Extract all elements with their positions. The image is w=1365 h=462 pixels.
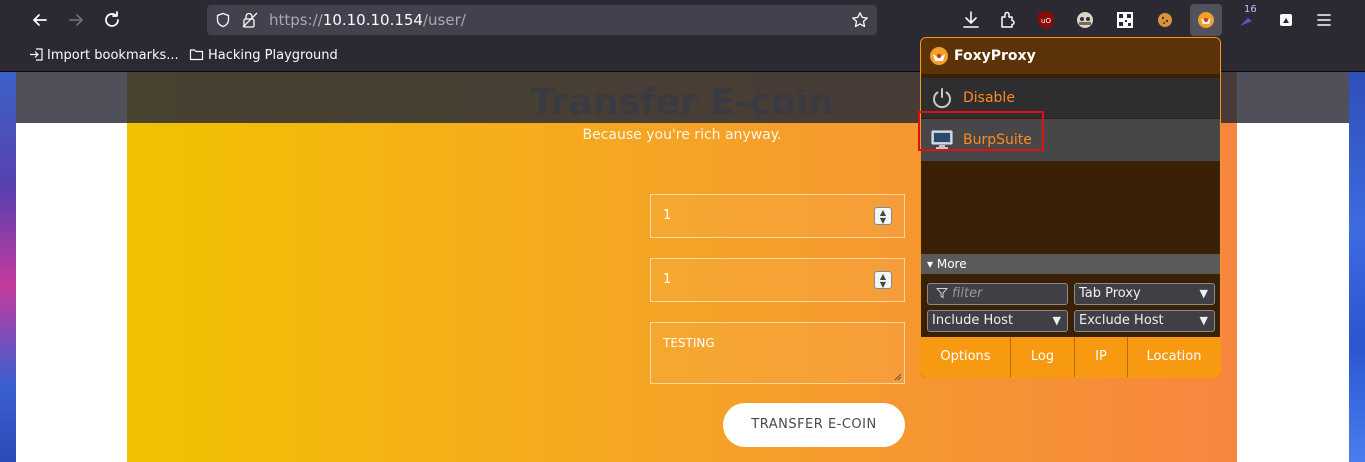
qr-code-icon[interactable] <box>1113 8 1137 32</box>
back-arrow-icon <box>33 14 47 26</box>
shield-icon <box>216 12 230 28</box>
url-bar[interactable]: https://10.10.10.154/user/ <box>207 5 877 35</box>
resize-handle-icon[interactable] <box>892 371 902 381</box>
forward-button[interactable] <box>62 6 90 34</box>
cookie-icon[interactable] <box>1153 8 1177 32</box>
url-text[interactable]: https://10.10.10.154/user/ <box>269 5 466 35</box>
tab-proxy-select[interactable]: Tab Proxy ▼ <box>1074 283 1215 305</box>
log-button[interactable]: Log <box>1011 337 1075 377</box>
import-icon <box>30 48 43 61</box>
filter-input[interactable]: filter <box>927 283 1068 305</box>
ip-button[interactable]: IP <box>1075 337 1128 377</box>
reload-button[interactable] <box>98 6 126 34</box>
hamburger-menu-icon[interactable] <box>1312 8 1336 32</box>
foxyproxy-header: FoxyProxy <box>921 38 1220 74</box>
include-host-select[interactable]: Include Host ▼ <box>927 310 1068 332</box>
browser-toolbar: https://10.10.10.154/user/ uO 16 <box>0 0 1365 40</box>
recipient-input-value: 1 <box>663 272 672 287</box>
foxyproxy-toolbar-button[interactable] <box>1190 4 1222 36</box>
container-extension-icon[interactable] <box>1274 8 1298 32</box>
options-button[interactable]: Options <box>921 337 1011 377</box>
foxyproxy-button-bar: Options Log IP Location <box>921 337 1220 377</box>
transfer-ecoin-button[interactable]: TRANSFER E-COIN <box>723 403 905 447</box>
extensions-icon[interactable] <box>996 8 1020 32</box>
annotation-highlight-box <box>918 111 1044 151</box>
foxyproxy-popup: FoxyProxy Disable BurpSuite ▾ More filte… <box>920 37 1221 378</box>
desktop-background-left <box>0 72 16 462</box>
ublock-origin-icon[interactable]: uO <box>1034 8 1058 32</box>
filter-placeholder: filter <box>952 286 983 301</box>
reload-icon <box>105 11 119 27</box>
more-label: ▾ More <box>927 257 967 271</box>
chevron-down-icon: ▼ <box>1199 287 1208 300</box>
bookmark-folder-hacking-playground[interactable]: Hacking Playground <box>189 40 338 72</box>
message-textarea[interactable]: TESTING <box>650 322 905 384</box>
foxyproxy-logo-icon <box>930 47 948 65</box>
foxyproxy-title: FoxyProxy <box>954 48 1036 64</box>
svg-text:uO: uO <box>1041 17 1051 25</box>
recipient-stepper[interactable]: ▲ ▼ <box>874 271 892 289</box>
amount-input-value: 1 <box>663 208 672 223</box>
insecure-lock-icon <box>242 12 258 28</box>
power-icon <box>933 88 951 109</box>
desktop-background-right <box>1349 72 1365 462</box>
foxyproxy-fox-icon <box>1198 12 1214 28</box>
forward-arrow-icon <box>69 14 83 26</box>
downloads-icon[interactable] <box>959 8 983 32</box>
badge-count: 16 <box>1244 4 1257 15</box>
more-toggle[interactable]: ▾ More <box>921 254 1220 274</box>
bookmark-import[interactable]: Import bookmarks... <box>29 40 179 72</box>
back-button[interactable] <box>26 6 54 34</box>
folder-icon <box>189 49 204 61</box>
message-textarea-value: TESTING <box>663 336 715 350</box>
bookmark-star-icon[interactable] <box>851 11 869 29</box>
chevron-down-icon: ▼ <box>1199 314 1208 327</box>
location-button[interactable]: Location <box>1128 337 1220 377</box>
recipient-input[interactable]: 1 ▲ ▼ <box>650 258 905 302</box>
chevron-down-icon: ▼ <box>1052 314 1061 327</box>
privacy-badger-icon[interactable] <box>1073 8 1097 32</box>
amount-stepper[interactable]: ▲ ▼ <box>874 207 892 225</box>
notification-extension-icon[interactable]: 16 <box>1236 4 1260 32</box>
amount-input[interactable]: 1 ▲ ▼ <box>650 194 905 238</box>
filter-funnel-icon <box>935 288 949 299</box>
exclude-host-select[interactable]: Exclude Host ▼ <box>1074 310 1215 332</box>
